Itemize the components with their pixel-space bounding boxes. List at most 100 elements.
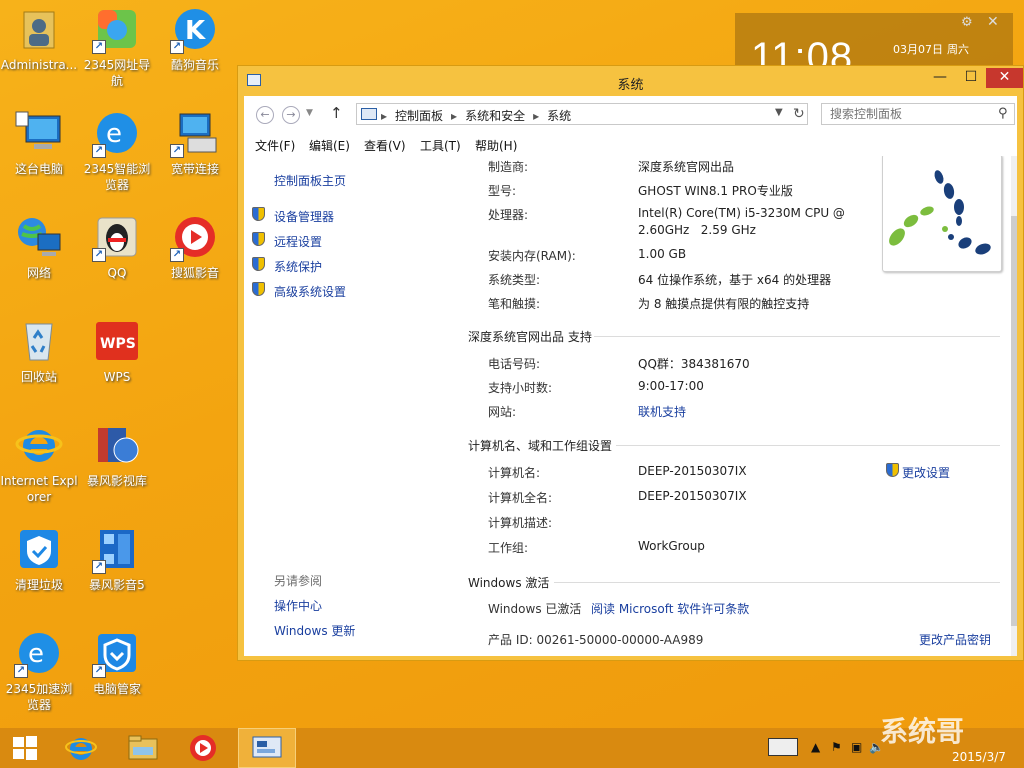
desktop-icon-qq[interactable]: ↗ QQ xyxy=(78,208,156,312)
desktop-icon-this-pc[interactable]: 这台电脑 xyxy=(0,104,78,208)
shortcut-arrow-icon: ↗ xyxy=(92,248,106,262)
see-also-header: 另请参阅 xyxy=(274,574,323,588)
action-flag-icon[interactable]: ⚑ xyxy=(831,740,842,754)
close-button[interactable]: ✕ xyxy=(986,68,1023,88)
search-box[interactable]: ⚲ xyxy=(821,103,1015,125)
phone-value: QQ群：384381670 xyxy=(638,357,750,371)
desktop-icon-baofeng-player[interactable]: ↗ 暴风影音5 xyxy=(78,520,156,624)
taskbar-date[interactable]: 2015/3/7 xyxy=(952,750,1006,764)
desktop-icon-wps[interactable]: WPS WPS xyxy=(78,312,156,416)
workgroup-value: WorkGroup xyxy=(638,539,705,553)
scrollbar-thumb[interactable] xyxy=(1011,216,1017,626)
back-icon[interactable]: ← xyxy=(256,106,274,124)
breadcrumb-system[interactable]: 系统 xyxy=(547,109,571,123)
refresh-icon[interactable]: ↻ xyxy=(793,106,805,122)
menu-view[interactable]: 查看(V) xyxy=(364,137,406,154)
desktop-icon-2345-accel-browser[interactable]: e ↗ 2345加速浏览器 xyxy=(0,624,78,728)
processor-speed-value: 2.60GHz 2.59 GHz xyxy=(638,223,756,237)
menu-tools[interactable]: 工具(T) xyxy=(420,137,461,154)
desktop-icon-2345-nav[interactable]: ↗ 2345网址导航 xyxy=(78,0,156,104)
navigation-bar: ← → ▼ ↑ ▸ 控制面板 ▸ 系统和安全 ▸ 系统 ▼ ↻ ⚲ xyxy=(244,96,1017,132)
sohu-video-icon xyxy=(190,735,216,761)
website-label: 网站: xyxy=(488,405,517,419)
desktop-icon-recycle-bin[interactable]: 回收站 xyxy=(0,312,78,416)
address-dropdown-icon[interactable]: ▼ xyxy=(775,107,783,118)
main-pane: 制造商: 深度系统官网出品 型号: GHOST WIN8.1 PRO专业版 处理… xyxy=(464,156,1017,656)
system-icon xyxy=(252,736,282,758)
shortcut-arrow-icon: ↗ xyxy=(92,144,106,158)
remote-settings-link[interactable]: 远程设置 xyxy=(274,233,322,250)
cleanup-icon xyxy=(14,524,64,574)
clock-weekday: 周六 xyxy=(947,43,969,56)
desktop-icon-network[interactable]: 网络 xyxy=(0,208,78,312)
breadcrumb-control-panel[interactable]: 控制面板 xyxy=(395,109,443,123)
change-settings-link[interactable]: 更改设置 xyxy=(902,464,950,481)
start-button[interactable] xyxy=(0,728,50,768)
gear-icon[interactable]: ⚙ xyxy=(961,15,973,30)
menu-help[interactable]: 帮助(H) xyxy=(475,137,517,154)
window-title: 系统 xyxy=(617,78,644,93)
ram-value: 1.00 GB xyxy=(638,247,687,261)
title-bar[interactable]: 系统 — ☐ ✕ xyxy=(238,66,1023,96)
action-center-link[interactable]: 操作中心 xyxy=(274,597,322,614)
address-bar[interactable]: ▸ 控制面板 ▸ 系统和安全 ▸ 系统 ▼ ↻ xyxy=(356,103,808,125)
system-type-label: 系统类型: xyxy=(488,273,541,287)
baofeng-player-icon: ↗ xyxy=(92,524,142,574)
desktop-icon-kugou[interactable]: K ↗ 酷狗音乐 xyxy=(156,0,234,104)
desktop-icon-baofeng-library[interactable]: 暴风影视库 xyxy=(78,416,156,520)
desktop-icon-pc-manager[interactable]: ↗ 电脑管家 xyxy=(78,624,156,728)
taskbar: ▲ ⚑ ▣ 🔈 2015/3/7 xyxy=(0,728,1024,768)
desktop-icon-broadband[interactable]: ↗ 宽带连接 xyxy=(156,104,234,208)
clock-widget[interactable]: 11:08 03月07日 周六 ⚙ ✕ xyxy=(735,13,1013,79)
up-arrow-icon[interactable]: ↑ xyxy=(330,104,343,122)
ie-icon xyxy=(14,420,64,470)
menu-edit[interactable]: 编辑(E) xyxy=(309,137,350,154)
desktop-icon-sohu-video[interactable]: ↗ 搜狐影音 xyxy=(156,208,234,312)
network-icon xyxy=(14,212,64,262)
breadcrumb-system-security[interactable]: 系统和安全 xyxy=(465,109,525,123)
search-input[interactable] xyxy=(830,107,990,121)
close-icon[interactable]: ✕ xyxy=(987,14,999,30)
desktop-icon-2345-browser[interactable]: e ↗ 2345智能浏览器 xyxy=(78,104,156,208)
desktop-icon-cleanup[interactable]: 清理垃圾 xyxy=(0,520,78,624)
baofeng-library-icon xyxy=(92,420,142,470)
taskbar-system-window[interactable] xyxy=(238,728,296,768)
manufacturer-value: 深度系统官网出品 xyxy=(638,160,735,174)
online-support-link[interactable]: 联机支持 xyxy=(638,403,686,420)
taskbar-sohu-video[interactable] xyxy=(178,728,228,768)
uac-shield-icon xyxy=(252,282,265,296)
license-terms-link[interactable]: 阅读 Microsoft 软件许可条款 xyxy=(591,600,749,617)
system-protection-link[interactable]: 系统保护 xyxy=(274,258,322,275)
menu-bar: 文件(F) 编辑(E) 查看(V) 工具(T) 帮助(H) xyxy=(244,132,1017,156)
product-id: 产品 ID: 00261-50000-00000-AA989 xyxy=(488,633,704,647)
keyboard-icon[interactable] xyxy=(768,738,798,756)
maximize-button[interactable]: ☐ xyxy=(956,68,986,88)
ram-label: 安装内存(RAM): xyxy=(488,249,576,263)
advanced-settings-link[interactable]: 高级系统设置 xyxy=(274,283,346,300)
taskbar-file-explorer[interactable] xyxy=(118,728,168,768)
search-icon[interactable]: ⚲ xyxy=(998,106,1008,121)
oem-logo-mark xyxy=(889,170,991,255)
ie-icon xyxy=(65,738,97,760)
taskbar-ie[interactable] xyxy=(56,728,106,768)
change-product-key-link[interactable]: 更改产品密钥 xyxy=(919,631,991,648)
forward-icon[interactable]: → xyxy=(282,106,300,124)
recent-pages-chevron-icon[interactable]: ▼ xyxy=(306,108,313,118)
desktop-icon-administrator[interactable]: Administra... xyxy=(0,0,78,104)
section-divider xyxy=(616,445,1000,446)
minimize-button[interactable]: — xyxy=(925,68,955,88)
section-divider xyxy=(594,336,1000,337)
show-hidden-icons-chevron-icon[interactable]: ▲ xyxy=(811,740,820,754)
desktop-icon-ie[interactable]: Internet Explorer xyxy=(0,416,78,520)
windows-update-link[interactable]: Windows 更新 xyxy=(274,622,355,639)
model-label: 型号: xyxy=(488,184,517,198)
control-panel-home-link[interactable]: 控制面板主页 xyxy=(274,172,346,189)
device-manager-link[interactable]: 设备管理器 xyxy=(274,208,334,225)
network-status-icon[interactable]: ▣ xyxy=(851,740,862,754)
breadcrumb-chevron-icon: ▸ xyxy=(533,109,540,123)
uac-shield-icon xyxy=(252,207,265,221)
activation-section-header: Windows 激活 xyxy=(468,576,550,590)
computer-description-label: 计算机描述: xyxy=(488,516,553,530)
menu-file[interactable]: 文件(F) xyxy=(255,137,295,154)
vertical-scrollbar[interactable] xyxy=(1011,156,1017,656)
